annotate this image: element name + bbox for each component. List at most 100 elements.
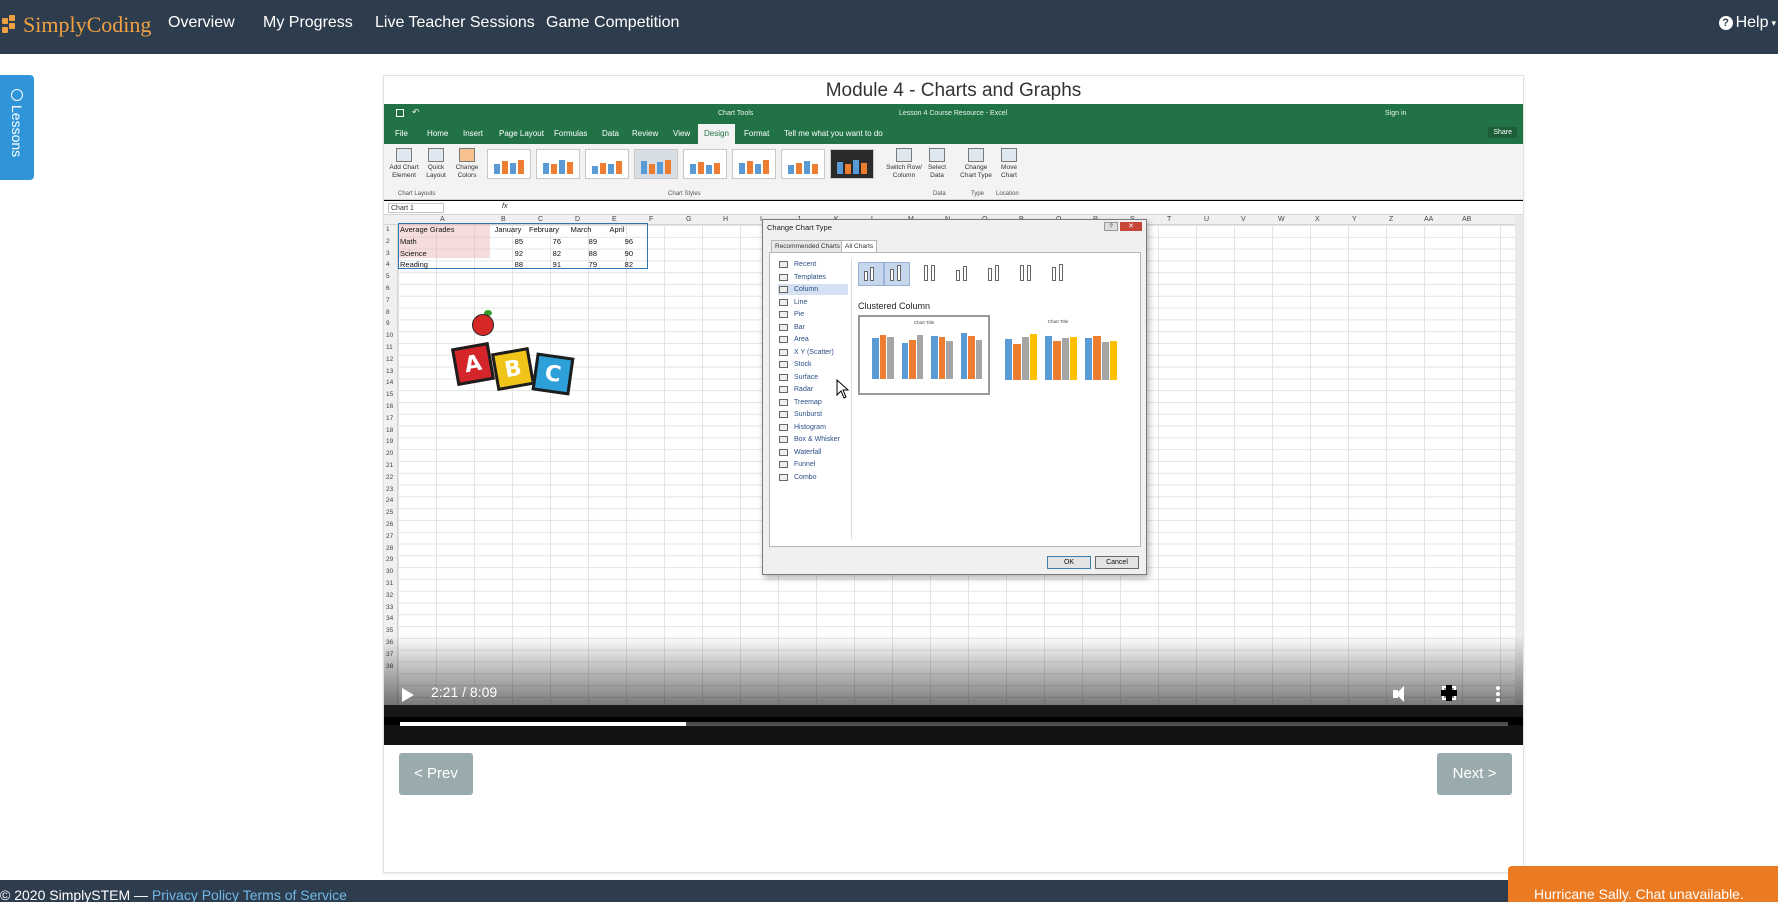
chart-type-item: X Y (Scatter) bbox=[778, 347, 848, 358]
change-chart-type-dialog: Change Chart Type ? ✕ Recommended Charts… bbox=[762, 219, 1147, 575]
next-button[interactable]: Next > bbox=[1437, 753, 1512, 795]
fx-icon: fx bbox=[502, 203, 508, 210]
cell-b4: 88 bbox=[514, 260, 523, 269]
cell-c2: 76 bbox=[552, 237, 561, 246]
excel-tab-format: Format bbox=[744, 129, 770, 138]
lessons-tab[interactable]: Lessons bbox=[0, 75, 34, 180]
terms-of-service-link[interactable]: Terms of Service bbox=[243, 887, 347, 902]
row-number: 13 bbox=[386, 367, 394, 375]
chart-type-icon bbox=[779, 436, 788, 443]
volume-icon[interactable] bbox=[1393, 686, 1411, 702]
cell-b2: 85 bbox=[514, 237, 523, 246]
cell-a2: Math bbox=[400, 237, 417, 246]
row-number: 21 bbox=[386, 462, 394, 469]
select-data-button: Select Data bbox=[924, 148, 950, 180]
3d-clustered-column-icon bbox=[950, 262, 976, 286]
row-number: 22 bbox=[386, 473, 394, 481]
3d-percent-column-icon bbox=[1014, 262, 1040, 286]
row-number: 24 bbox=[386, 497, 394, 505]
row-number: 27 bbox=[386, 532, 394, 540]
row-number: 19 bbox=[386, 438, 394, 446]
caret-down-icon: ▾ bbox=[1771, 17, 1776, 28]
chart-type-icon bbox=[779, 386, 788, 393]
chart-type-icon bbox=[779, 373, 788, 381]
brand-logo[interactable]: SimplyCoding bbox=[2, 10, 151, 40]
footer-copyright: © 2020 SimplySTEM — bbox=[0, 887, 149, 902]
chart-type-icon bbox=[779, 411, 788, 418]
clustered-column-icon bbox=[858, 262, 884, 286]
cell-a3: Science bbox=[400, 249, 427, 258]
row-number: 6 bbox=[386, 285, 390, 292]
ribbon-group-chart-styles: Chart Styles bbox=[668, 191, 701, 197]
nav-overview[interactable]: Overview bbox=[168, 14, 235, 32]
change-chart-type-button: Change Chart Type bbox=[958, 148, 994, 180]
name-box: Chart 1 bbox=[388, 203, 444, 213]
chat-banner[interactable]: Hurricane Sally. Chat unavailable. bbox=[1508, 866, 1778, 902]
block-c: C bbox=[531, 352, 575, 396]
row-number: 28 bbox=[386, 544, 394, 552]
chart-type-item: Templates bbox=[778, 272, 848, 283]
chart-style-3 bbox=[585, 149, 629, 179]
switch-row-column-button: Switch Row/ Column bbox=[886, 148, 922, 180]
chart-type-icon bbox=[779, 286, 788, 293]
cell-c4: 91 bbox=[552, 260, 561, 269]
row-number: 35 bbox=[386, 627, 394, 635]
cell-b3: 92 bbox=[514, 249, 523, 258]
move-chart-button: Move Chart bbox=[996, 148, 1022, 180]
chart-type-item: Box & Whisker bbox=[778, 434, 848, 445]
chart-type-item: Line bbox=[778, 297, 848, 308]
prev-button[interactable]: < Prev bbox=[399, 753, 473, 795]
dialog-close-icon: ✕ bbox=[1120, 222, 1142, 231]
video-time: 2:21 / 8:09 bbox=[431, 684, 498, 700]
chart-type-item: Funnel bbox=[778, 459, 848, 470]
chart-type-icon bbox=[779, 336, 788, 343]
more-options-icon[interactable] bbox=[1496, 686, 1500, 702]
chart-style-2 bbox=[536, 149, 580, 179]
chart-style-4 bbox=[634, 149, 678, 179]
excel-tab-formulas: Formulas bbox=[554, 129, 588, 138]
nav-live-teacher-sessions[interactable]: Live Teacher Sessions bbox=[375, 14, 535, 32]
dialog-help-icon: ? bbox=[1104, 222, 1118, 231]
chart-style-6 bbox=[732, 149, 776, 179]
question-circle-icon: ? bbox=[1718, 16, 1733, 30]
ribbon-group-type: Type bbox=[971, 191, 985, 197]
excel-window-title: Lesson 4 Course Resource - Excel bbox=[899, 110, 1008, 117]
chart-preview-2: Chart Title bbox=[992, 315, 1124, 395]
row-number: 16 bbox=[386, 403, 394, 410]
help-dropdown[interactable]: ? Help ▾ bbox=[1718, 14, 1776, 32]
chart-style-5 bbox=[683, 149, 727, 179]
play-icon[interactable] bbox=[402, 688, 414, 702]
nav-game-competition[interactable]: Game Competition bbox=[546, 14, 679, 32]
brand-logo-icon bbox=[2, 15, 20, 35]
spreadsheet: A B C D E F G H I J K L M N O P Q R S T bbox=[384, 215, 1523, 705]
row-number: 8 bbox=[386, 308, 390, 316]
chart-type-icon bbox=[779, 461, 788, 468]
formula-bar: Chart 1 fx bbox=[384, 201, 1523, 215]
chart-style-8 bbox=[830, 149, 874, 179]
3d-column-icon bbox=[1046, 262, 1072, 286]
row-number: 30 bbox=[386, 568, 394, 576]
chart-type-item: Sunburst bbox=[778, 409, 848, 420]
cell-e1: April bbox=[609, 225, 625, 234]
brand-name: SimplyCoding bbox=[23, 12, 152, 37]
row-number: 31 bbox=[386, 580, 394, 587]
video-progress-bar[interactable] bbox=[400, 722, 1508, 726]
dialog-ok-button: OK bbox=[1047, 556, 1091, 569]
video-player[interactable]: ↶ Chart Tools Lesson 4 Course Resource -… bbox=[384, 104, 1523, 745]
excel-tab-review: Review bbox=[632, 129, 659, 138]
module-title: Module 4 - Charts and Graphs bbox=[825, 80, 1082, 101]
row-number: 4 bbox=[386, 261, 390, 269]
row-number: 9 bbox=[386, 320, 390, 328]
excel-tab-data: Data bbox=[602, 129, 619, 138]
privacy-policy-link[interactable]: Privacy Policy bbox=[152, 887, 239, 902]
tab-all-charts: All Charts bbox=[841, 240, 878, 252]
mouse-cursor-icon bbox=[836, 379, 850, 399]
chart-type-item: Area bbox=[778, 334, 848, 345]
row-number: 32 bbox=[386, 591, 394, 599]
row-number: 29 bbox=[386, 556, 394, 564]
abc-blocks-image: A B C bbox=[448, 310, 583, 415]
nav-my-progress[interactable]: My Progress bbox=[263, 14, 353, 32]
excel-tab-view: View bbox=[673, 129, 691, 138]
excel-share-button: Share bbox=[1488, 127, 1517, 138]
fullscreen-icon[interactable] bbox=[1441, 685, 1457, 701]
